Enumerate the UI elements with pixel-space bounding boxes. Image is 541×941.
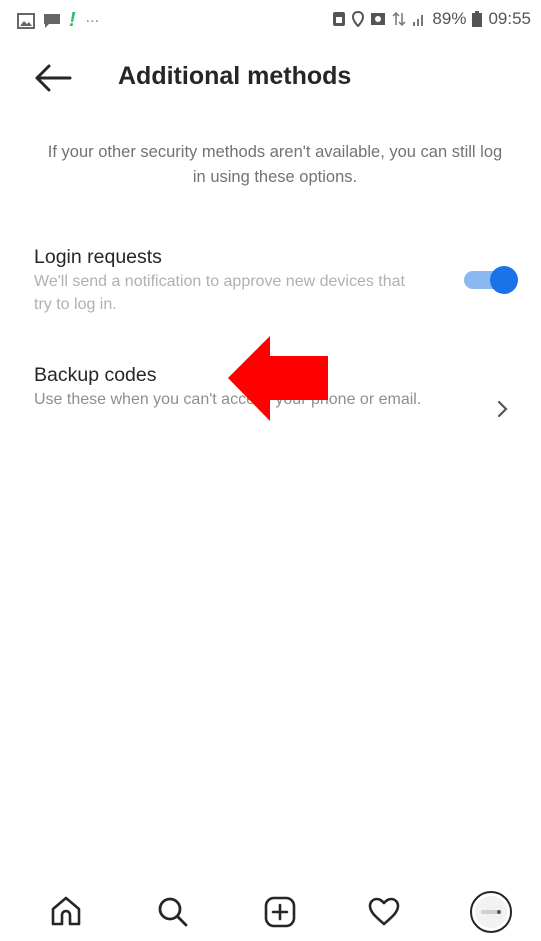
home-icon (51, 896, 81, 926)
battery-percentage: 89% (432, 9, 467, 28)
clock: 09:55 (488, 9, 531, 28)
back-arrow-icon (35, 64, 72, 92)
location-icon (352, 11, 365, 27)
photo-icon (371, 13, 386, 25)
nav-new-post-button[interactable] (258, 890, 302, 934)
description-text: If your other security methods aren't av… (47, 143, 503, 186)
data-arrows-icon (392, 11, 406, 27)
alert-icon: ! (69, 9, 76, 31)
status-bar-left: ! ... (17, 9, 99, 32)
more-notifications-indicator: ... (85, 8, 100, 26)
nav-home-button[interactable] (44, 890, 88, 934)
signal-icon (413, 15, 424, 26)
page-title: Additional methods (118, 62, 352, 90)
back-button[interactable] (30, 60, 76, 96)
search-icon (158, 897, 188, 927)
battery-icon (472, 11, 483, 27)
gallery-icon (17, 12, 35, 29)
nav-activity-button[interactable] (362, 890, 406, 934)
status-bar-right: 89% 09:55 (332, 9, 531, 29)
chevron-right-icon[interactable] (495, 398, 511, 420)
login-requests-subtitle: We'll send a notification to approve new… (34, 273, 405, 313)
new-post-icon (264, 896, 296, 928)
annotation-arrow-icon (228, 336, 328, 421)
message-icon (44, 13, 60, 28)
login-requests-toggle[interactable] (462, 265, 520, 295)
toggle-thumb (490, 266, 518, 294)
status-bar: ! ... 89% 09:55 (0, 0, 541, 40)
sim-icon (333, 12, 346, 26)
heart-icon (368, 897, 400, 926)
login-requests-row: Login requests We'll send a notification… (34, 244, 524, 324)
profile-avatar-icon (470, 891, 512, 933)
bottom-nav (0, 884, 541, 934)
header: Additional methods (0, 50, 541, 106)
nav-profile-button[interactable] (468, 890, 512, 934)
login-requests-title: Login requests (34, 246, 162, 268)
nav-search-button[interactable] (151, 890, 195, 934)
